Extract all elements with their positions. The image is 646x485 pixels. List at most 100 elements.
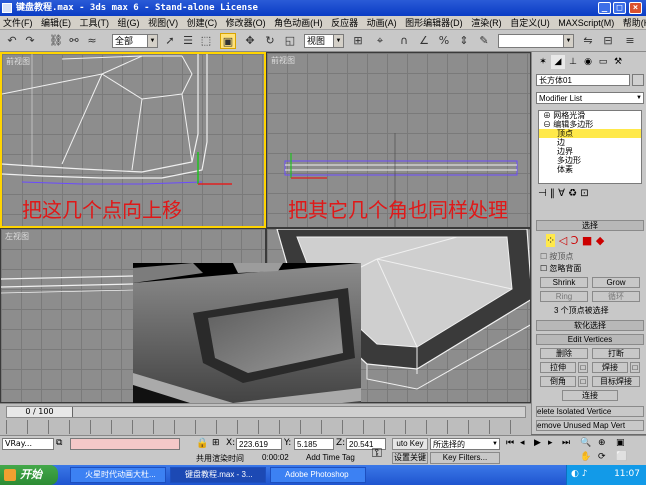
grow-button[interactable]: Grow — [592, 277, 640, 288]
maximize-button[interactable]: □ — [613, 2, 626, 14]
unlink-icon[interactable]: ⚯ — [66, 33, 82, 49]
angle-snap-icon[interactable]: ∠ — [416, 33, 432, 49]
extrude-settings-button[interactable]: □ — [578, 362, 588, 373]
select-object-icon[interactable]: ➚ — [162, 33, 178, 49]
zoom-all-icon[interactable]: ⊕ — [598, 438, 606, 448]
zoom-icon[interactable]: 🔍 — [580, 438, 591, 448]
rotate-icon[interactable]: ↻ — [262, 33, 278, 49]
menu-reactor[interactable]: 反应器 — [328, 16, 361, 30]
y-coordinate-field[interactable]: 5.185 — [294, 438, 334, 450]
time-slider[interactable]: 0 / 100 — [6, 406, 526, 418]
object-name-field[interactable]: 长方体01 — [536, 74, 630, 86]
auto-key-button[interactable]: uto Key — [392, 438, 428, 450]
modify-tab-icon[interactable]: ◢ — [551, 55, 565, 69]
menu-views[interactable]: 视图(V) — [145, 16, 181, 30]
previous-frame-icon[interactable]: ◂ — [520, 438, 525, 448]
bind-space-warp-icon[interactable]: ≈ — [84, 33, 100, 49]
show-end-result-icon[interactable]: ‖ — [550, 188, 555, 199]
tray-icons[interactable]: ◐ ♪ — [571, 469, 587, 479]
maxscript-listener[interactable]: VRay... — [2, 438, 54, 450]
modifier-list-dropdown[interactable]: Modifier List ▼ — [536, 92, 644, 104]
selection-set-dropdown[interactable]: 所选择的 ▼ — [430, 438, 500, 450]
pan-icon[interactable]: ✋ — [580, 452, 591, 462]
scale-icon[interactable]: ◱ — [282, 33, 298, 49]
mirror-icon[interactable]: ⇋ — [580, 33, 596, 49]
zoom-extents-icon[interactable]: ▣ — [616, 438, 625, 448]
select-link-icon[interactable]: ⛓ — [48, 33, 64, 49]
remove-modifier-icon[interactable]: ♻ — [568, 188, 577, 199]
stack-item-meshsmooth[interactable]: ⊕ 网格光滑 — [539, 111, 641, 120]
make-unique-icon[interactable]: ∀ — [558, 188, 565, 199]
vertex-level-icon[interactable]: ⁘ — [546, 234, 556, 247]
move-icon[interactable]: ✥ — [242, 33, 258, 49]
loop-button[interactable]: 循环 — [592, 291, 640, 302]
menu-edit[interactable]: 编辑(E) — [38, 16, 74, 30]
arc-rotate-icon[interactable]: ⟳ — [598, 452, 606, 462]
selection-rollout-header[interactable]: 选择 — [536, 220, 644, 231]
remove-unused-map-verts-button[interactable]: emove Unused Map Vert — [536, 420, 644, 431]
add-time-tag-button[interactable]: Add Time Tag — [306, 453, 355, 462]
spinner-snap-icon[interactable]: ⇕ — [456, 33, 472, 49]
time-slider-thumb[interactable]: 0 / 100 — [7, 407, 73, 417]
edge-level-icon[interactable]: ◁ — [559, 234, 567, 247]
set-key-button[interactable]: 设置关键 — [392, 452, 428, 464]
weld-settings-button[interactable]: □ — [630, 362, 640, 373]
go-to-end-icon[interactable]: ⏭ — [562, 438, 570, 448]
go-to-start-icon[interactable]: ⏮ — [506, 438, 514, 448]
ignore-backfacing-checkbox[interactable]: ☐ 忽略背面 — [540, 263, 581, 274]
next-frame-icon[interactable]: ▸ — [548, 438, 553, 448]
maxscript-mini-listener[interactable] — [70, 438, 180, 450]
polygon-level-icon[interactable]: ■ — [582, 234, 592, 247]
break-button[interactable]: 打断 — [592, 348, 640, 359]
manipulate-icon[interactable]: ⌖ — [372, 33, 388, 49]
stack-item-vertex[interactable]: 顶点 — [539, 129, 641, 138]
soft-selection-rollout-header[interactable]: 软化选择 — [536, 320, 644, 331]
remove-button[interactable]: 删除 — [540, 348, 588, 359]
key-filters-button[interactable]: Key Filters... — [430, 452, 500, 464]
close-button[interactable]: × — [629, 2, 642, 14]
menu-file[interactable]: 文件(F) — [0, 16, 36, 30]
min-max-toggle-icon[interactable]: ⬜ — [616, 452, 627, 462]
stack-item-element[interactable]: 体素 — [539, 165, 641, 174]
configure-sets-icon[interactable]: ⊡ — [580, 188, 588, 199]
minimize-button[interactable]: _ — [598, 2, 611, 14]
menu-tools[interactable]: 工具(T) — [77, 16, 113, 30]
layer-manager-icon[interactable]: ≡ — [622, 33, 638, 49]
select-by-name-icon[interactable]: ☰ — [180, 33, 196, 49]
stack-item-polygon[interactable]: 多边形 — [539, 156, 641, 165]
menu-maxscript[interactable]: MAXScript(M) — [555, 16, 617, 30]
display-tab-icon[interactable]: ▭ — [596, 55, 610, 69]
ring-button[interactable]: Ring — [540, 291, 588, 302]
menu-group[interactable]: 组(G) — [115, 16, 143, 30]
play-icon[interactable]: ▶ — [534, 438, 541, 448]
edit-vertices-rollout-header[interactable]: Edit Vertices — [536, 334, 644, 345]
x-coordinate-field[interactable]: 223.619 — [236, 438, 282, 450]
snap-icon[interactable]: ∩ — [396, 33, 412, 49]
menu-customize[interactable]: 自定义(U) — [507, 16, 553, 30]
named-selection-icon[interactable]: ✎ — [476, 33, 492, 49]
chamfer-settings-button[interactable]: □ — [578, 376, 588, 387]
object-color-swatch[interactable] — [632, 74, 644, 86]
menu-help[interactable]: 帮助(H) — [620, 16, 646, 30]
stack-item-edge[interactable]: 边 — [539, 138, 641, 147]
menu-animation[interactable]: 动画(A) — [364, 16, 400, 30]
pivot-icon[interactable]: ⊞ — [350, 33, 366, 49]
target-weld-button[interactable]: 目标焊接 — [592, 376, 640, 387]
chamfer-button[interactable]: 倒角 — [540, 376, 576, 387]
motion-tab-icon[interactable]: ◉ — [581, 55, 595, 69]
reference-coordinate-dropdown[interactable]: 视图 ▼ — [304, 34, 344, 48]
absolute-mode-icon[interactable]: ⊞ — [212, 438, 220, 448]
menu-character[interactable]: 角色动画(H) — [271, 16, 326, 30]
align-icon[interactable]: ⊟ — [600, 33, 616, 49]
window-restore-icon[interactable]: ⧉ — [56, 438, 68, 450]
viewport-label[interactable]: 左视图 — [5, 231, 29, 242]
named-selection-dropdown[interactable]: ▼ — [498, 34, 574, 48]
selection-filter-dropdown[interactable]: 全部 ▼ — [112, 34, 158, 48]
menu-modifiers[interactable]: 修改器(O) — [223, 16, 269, 30]
stack-item-border[interactable]: 边界 — [539, 147, 641, 156]
viewport-label[interactable]: 前视图 — [271, 55, 295, 66]
stack-item-edit-poly[interactable]: ⊖ 编辑多边形 — [539, 120, 641, 129]
menu-rendering[interactable]: 渲染(R) — [468, 16, 505, 30]
element-level-icon[interactable]: ◆ — [596, 234, 604, 247]
task-3dsmax[interactable]: 键盘教程.max - 3... — [170, 467, 266, 483]
